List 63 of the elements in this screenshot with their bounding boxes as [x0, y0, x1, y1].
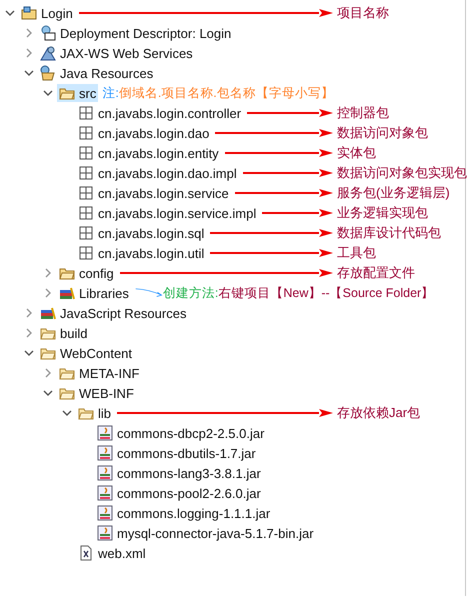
annotation-text: 控制器包 — [337, 104, 390, 122]
jar-icon — [97, 485, 113, 501]
project-icon — [21, 5, 37, 21]
tree-item[interactable]: cn.javabs.login.util — [76, 244, 206, 262]
package-icon — [78, 225, 94, 241]
jar-icon — [97, 425, 113, 441]
tree-item[interactable]: cn.javabs.login.sql — [76, 224, 206, 242]
package-icon — [78, 205, 94, 221]
tree-item[interactable]: cn.javabs.login.dao.impl — [76, 164, 239, 182]
annotation-text: 业务逻辑实现包 — [337, 204, 429, 222]
package-icon — [78, 165, 94, 181]
package-icon — [78, 145, 94, 161]
package-icon — [78, 125, 94, 141]
tree-item[interactable]: commons-pool2-2.6.0.jar — [95, 484, 263, 502]
tree-item[interactable]: cn.javabs.login.entity — [76, 144, 221, 162]
annotation-arrow — [262, 209, 333, 217]
annotation-text: 数据访问对象包 — [337, 124, 429, 142]
annotation-text: 工具包 — [337, 244, 377, 262]
tree-item[interactable]: commons.logging-1.1.1.jar — [95, 504, 272, 522]
tree-item[interactable]: web.xml — [76, 544, 148, 562]
tree-item[interactable]: cn.javabs.login.dao — [76, 124, 212, 142]
tree-item[interactable]: cn.javabs.login.service — [76, 184, 231, 202]
annotation-text: 创建方法:右键项目【New】--【Source Folder】 — [162, 284, 434, 302]
tree-item[interactable]: commons-dbcp2-2.5.0.jar — [95, 424, 266, 442]
tree-item[interactable]: cn.javabs.login.controller — [76, 104, 244, 122]
package-icon — [78, 245, 94, 261]
tree-item[interactable]: Java Resources — [38, 64, 156, 82]
jar-icon — [97, 525, 113, 541]
tree-item[interactable]: Login — [19, 4, 75, 22]
tree-item[interactable]: WebContent — [38, 344, 134, 362]
package-icon — [78, 105, 94, 121]
tree-item[interactable]: JAX-WS Web Services — [38, 44, 195, 62]
tree-item[interactable]: commons-dbutils-1.7.jar — [95, 444, 258, 462]
annotation-text: 存放配置文件 — [337, 264, 416, 282]
web-service-icon — [40, 45, 56, 61]
annotation-text: 存放依赖Jar包 — [337, 404, 422, 422]
jar-icon — [97, 445, 113, 461]
tree-item[interactable]: build — [38, 324, 90, 342]
tree-item[interactable]: lib — [76, 404, 114, 422]
xml-file-icon — [78, 545, 94, 561]
tree-item[interactable]: cn.javabs.login.service.impl — [76, 204, 258, 222]
descriptor-icon — [40, 25, 56, 41]
package-icon — [78, 185, 94, 201]
tree-item[interactable]: config — [57, 264, 116, 282]
tree-item[interactable]: WEB-INF — [57, 384, 136, 402]
annotation-text: 数据访问对象包实现包 — [337, 164, 465, 182]
tree-item[interactable]: src — [57, 84, 98, 102]
tree-item[interactable]: JavaScript Resources — [38, 304, 188, 322]
annotation-text: 注:倒域名.项目名称.包名称【字母小写】 — [102, 84, 334, 102]
library-icon — [40, 305, 56, 321]
annotation-text: 服务包(业务逻辑层) — [337, 184, 451, 202]
jar-icon — [97, 505, 113, 521]
tree-item[interactable]: META-INF — [57, 364, 142, 382]
tree-item[interactable]: mysql-connector-java-5.1.7-bin.jar — [95, 524, 316, 542]
library-icon — [59, 285, 75, 301]
annotation-text: 项目名称 — [337, 4, 390, 22]
jar-icon — [97, 465, 113, 481]
annotation-text: 数据库设计代码包 — [337, 224, 442, 242]
tree-item[interactable]: commons-lang3-3.8.1.jar — [95, 464, 263, 482]
java-resources-icon — [40, 65, 56, 81]
tree-item[interactable]: Libraries — [57, 284, 131, 302]
tree-item[interactable]: Deployment Descriptor: Login — [38, 24, 234, 42]
annotation-text: 实体包 — [337, 144, 377, 162]
